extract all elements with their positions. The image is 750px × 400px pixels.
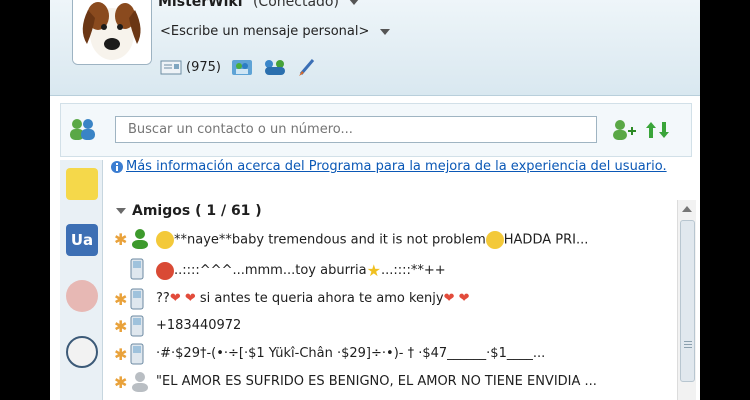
mail-count: (975) — [186, 59, 221, 75]
info-icon — [111, 161, 123, 173]
mobile-phone-icon — [130, 315, 144, 337]
search-row — [60, 103, 692, 157]
contact-row[interactable]: ✱ ·#·$29†-(•·÷[·$1 Yükî-Chân ·$29]÷·•)- … — [108, 340, 668, 368]
contact-text: ??❤ ❤ si antes te queria ahora te amo ke… — [156, 291, 470, 306]
heart-emoticon-icon: ❤ — [458, 291, 470, 306]
contact-row[interactable]: ✱ +183440972 — [108, 312, 668, 340]
star-emoticon-icon: ★ — [366, 261, 381, 280]
contact-row[interactable]: ..::::^^^...mmm...toy aburria★...::::**+… — [108, 255, 668, 283]
worried-emoticon-icon — [485, 231, 504, 249]
personal-message[interactable]: <Escribe un mensaje personal> — [160, 24, 390, 39]
messenger-window: MisterWiki (Conectado) <Escribe un mensa… — [50, 0, 700, 400]
header-toolbar: (975) — [160, 57, 317, 77]
contact-list: Amigos ( 1 / 61 ) ✱ **naye**baby tremend… — [108, 200, 678, 400]
contact-text: **naye**baby tremendous and it is not pr… — [156, 231, 666, 249]
favorite-star-icon: ✱ — [114, 289, 128, 309]
group-label: Amigos ( 1 / 61 ) — [132, 203, 262, 219]
ua-tile-icon[interactable]: Ua — [66, 224, 98, 256]
left-sidebar: Ua — [60, 160, 103, 400]
info-link[interactable]: Más información acerca del Programa para… — [126, 158, 686, 176]
favorite-star-icon: ✱ — [114, 316, 128, 336]
customize-button[interactable] — [297, 57, 317, 77]
mobile-phone-icon — [130, 288, 144, 310]
grip-icon — [684, 341, 692, 342]
avatar[interactable] — [72, 0, 152, 65]
status-label: (Conectado) — [252, 0, 339, 10]
contact-text: ·#·$29†-(•·÷[·$1 Yükî-Chân ·$29]÷·•)- † … — [156, 346, 546, 361]
profile-header: MisterWiki (Conectado) <Escribe un mensa… — [50, 0, 700, 96]
heart-emoticon-icon: ❤ — [184, 291, 196, 306]
contact-text: ..::::^^^...mmm...toy aburria★...::::**+… — [156, 261, 666, 280]
heart-emoticon-icon: ❤ — [169, 291, 181, 306]
chevron-down-icon[interactable] — [116, 208, 126, 214]
devil-emoticon-icon — [156, 261, 174, 280]
favorite-star-icon: ✱ — [114, 372, 128, 392]
mail-icon — [160, 60, 182, 75]
heart-emoticon-icon: ❤ — [443, 291, 455, 306]
favorite-star-icon: ✱ — [114, 344, 128, 364]
person-offline-icon — [132, 372, 148, 392]
contact-text: +183440972 — [156, 318, 242, 333]
contact-list-scrollbar[interactable] — [677, 200, 696, 400]
mobile-phone-icon — [130, 343, 144, 365]
group-header[interactable]: Amigos ( 1 / 61 ) — [116, 203, 262, 219]
status-dropdown-icon[interactable] — [349, 0, 360, 5]
dog-picture-icon — [73, 0, 151, 64]
contacts-icon[interactable] — [67, 116, 99, 142]
groups-button[interactable] — [231, 57, 253, 77]
paintbrush-icon — [298, 59, 315, 76]
personal-message-text: <Escribe un mensaje personal> — [160, 24, 370, 39]
homer-tile-icon[interactable] — [66, 168, 98, 200]
contact-row[interactable]: ✱ **naye**baby tremendous and it is not … — [108, 225, 668, 253]
search-input[interactable] — [115, 116, 597, 143]
games-button[interactable] — [263, 57, 287, 77]
gamepad-icon — [264, 60, 285, 75]
contact-text: "EL AMOR ES SUFRIDO ES BENIGNO, EL AMOR … — [156, 374, 597, 389]
favorite-star-icon: ✱ — [114, 229, 128, 249]
display-name: MisterWiki — [158, 0, 243, 10]
napster-tile-icon[interactable] — [66, 336, 98, 368]
scroll-up-icon[interactable] — [682, 206, 692, 212]
name-status-row[interactable]: MisterWiki (Conectado) — [158, 0, 360, 10]
mail-button[interactable]: (975) — [160, 59, 221, 75]
scroll-thumb[interactable] — [680, 220, 695, 382]
mobile-phone-icon — [130, 258, 144, 280]
person-online-icon — [132, 229, 148, 249]
thinking-emoticon-icon — [156, 231, 174, 249]
personal-message-dropdown-icon[interactable] — [379, 28, 390, 35]
lips-tile-icon[interactable] — [66, 280, 98, 312]
contact-row[interactable]: ✱ "EL AMOR ES SUFRIDO ES BENIGNO, EL AMO… — [108, 368, 668, 396]
contacts-group-icon — [231, 60, 252, 75]
contact-row[interactable]: ✱ ??❤ ❤ si antes te queria ahora te amo … — [108, 285, 668, 313]
sort-arrows-icon[interactable] — [645, 120, 671, 140]
add-contact-icon[interactable] — [611, 118, 637, 142]
